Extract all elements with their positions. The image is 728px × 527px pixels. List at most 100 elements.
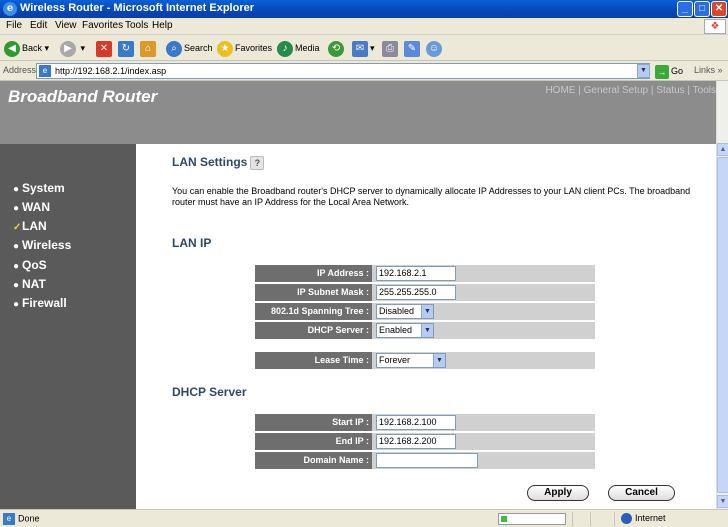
go-button[interactable]: → Go xyxy=(655,64,683,79)
refresh-icon: ↻ xyxy=(118,40,134,57)
lease-time-label: Lease Time : xyxy=(255,352,372,369)
dhcp-server-heading: DHCP Server xyxy=(172,385,247,399)
progress-bar xyxy=(498,513,566,525)
start-ip-input[interactable]: 192.168.2.100 xyxy=(376,415,456,430)
back-arrow-icon: ◀ xyxy=(4,40,20,57)
subnet-mask-label: IP Subnet Mask : xyxy=(255,284,372,301)
nav-tools[interactable]: Tools xyxy=(693,85,716,96)
ie-logo-icon: e xyxy=(3,2,17,16)
forward-button[interactable]: ▶ ▾ xyxy=(60,39,85,57)
nav-status[interactable]: Status xyxy=(656,85,684,96)
back-button[interactable]: ◀ Back ▾ xyxy=(4,39,49,57)
messenger-icon: ☺ xyxy=(426,40,442,57)
address-bar: Address e http://192.168.2.1/index.asp ▼… xyxy=(0,61,728,81)
printer-icon: ⎙ xyxy=(382,40,398,57)
scroll-up-icon[interactable]: ▲ xyxy=(717,143,728,156)
globe-icon xyxy=(621,513,632,525)
sidebar-item-wan[interactable]: ● WAN xyxy=(13,200,50,214)
close-button[interactable]: ✕ xyxy=(711,1,727,17)
history-icon: ⟲ xyxy=(328,40,344,57)
mail-button[interactable]: ✉ ▾ xyxy=(352,39,375,57)
sidebar-item-qos[interactable]: ● QoS xyxy=(13,258,47,272)
end-ip-row: End IP : 192.168.2.200 xyxy=(255,433,595,450)
ip-address-label: IP Address : xyxy=(255,265,372,282)
brand-title: Broadband Router xyxy=(8,87,158,106)
links-button[interactable]: Links » xyxy=(694,65,723,75)
favorites-button[interactable]: ★ Favorites xyxy=(217,39,272,57)
sidebar-item-firewall[interactable]: ● Firewall xyxy=(13,296,67,310)
media-icon: ♪ xyxy=(277,40,293,57)
subnet-mask-input[interactable]: 255.255.255.0 xyxy=(376,285,456,300)
menu-bar: File Edit View Favorites Tools Help ❖ xyxy=(0,18,728,35)
main-content: LAN Settings? You can enable the Broadba… xyxy=(136,144,716,509)
nav-home[interactable]: HOME xyxy=(545,85,575,96)
page-icon: e xyxy=(39,65,51,77)
end-ip-label: End IP : xyxy=(255,433,372,450)
progress-fill xyxy=(501,516,507,522)
address-url: http://192.168.2.1/index.asp xyxy=(55,66,167,76)
scroll-thumb[interactable] xyxy=(717,157,728,493)
address-input[interactable]: e http://192.168.2.1/index.asp xyxy=(36,63,650,79)
nav-general-setup[interactable]: General Setup xyxy=(584,85,649,96)
history-button[interactable]: ⟲ xyxy=(328,39,346,57)
spanning-tree-select[interactable]: Disabled ▼ xyxy=(376,304,434,319)
vertical-scrollbar[interactable]: ▲ ▼ xyxy=(716,81,728,509)
star-icon: ★ xyxy=(217,40,233,57)
cancel-button[interactable]: Cancel xyxy=(608,485,675,501)
apply-button[interactable]: Apply xyxy=(527,485,589,501)
status-text: e Done xyxy=(3,513,40,525)
page-description: You can enable the Broadband router's DH… xyxy=(172,186,691,207)
page-viewport: Broadband Router HOME | General Setup | … xyxy=(0,81,716,509)
maximize-button[interactable]: □ xyxy=(694,1,710,17)
security-zone: Internet xyxy=(621,513,666,525)
chevron-down-icon: ▼ xyxy=(433,354,445,367)
refresh-button[interactable]: ↻ xyxy=(118,39,136,57)
menu-tools[interactable]: Tools xyxy=(125,20,148,31)
address-label: Address xyxy=(3,65,37,75)
sidebar-item-lan[interactable]: ✓LAN xyxy=(13,219,47,233)
spanning-tree-row: 802.1d Spanning Tree : Disabled ▼ xyxy=(255,303,595,320)
title-bar: e Wireless Router - Microsoft Internet E… xyxy=(0,0,728,18)
menu-file[interactable]: File xyxy=(6,20,22,31)
menu-edit[interactable]: Edit xyxy=(30,20,47,31)
search-icon: ⌕ xyxy=(166,40,182,57)
sidebar-item-nat[interactable]: ● NAT xyxy=(13,277,46,291)
page-title: LAN Settings? xyxy=(172,155,265,170)
chevron-down-icon: ▼ xyxy=(421,305,433,318)
lease-time-select[interactable]: Forever ▼ xyxy=(376,353,446,368)
end-ip-input[interactable]: 192.168.2.200 xyxy=(376,434,456,449)
chevron-down-icon: ▼ xyxy=(421,324,433,337)
messenger-button[interactable]: ☺ xyxy=(426,39,444,57)
minimize-button[interactable]: _ xyxy=(677,1,693,17)
dhcp-server-label: DHCP Server : xyxy=(255,322,372,339)
domain-name-input[interactable] xyxy=(376,453,478,468)
dhcp-server-select[interactable]: Enabled ▼ xyxy=(376,323,434,338)
menu-favorites[interactable]: Favorites xyxy=(82,20,123,31)
sidebar-item-wireless[interactable]: ● Wireless xyxy=(13,238,71,252)
home-button[interactable]: ⌂ xyxy=(140,39,158,57)
sidebar-item-system[interactable]: ● System xyxy=(13,181,65,195)
sidebar: ● System ● WAN ✓LAN ● Wireless ● QoS ● NAT ● F… xyxy=(0,144,136,509)
nav-separator: | xyxy=(650,85,654,96)
status-bar: e Done Internet xyxy=(0,509,728,527)
browser-window: e Wireless Router - Microsoft Internet E… xyxy=(0,0,728,527)
edit-button[interactable]: ✎ xyxy=(404,39,422,57)
dhcp-server-row: DHCP Server : Enabled ▼ xyxy=(255,322,595,339)
media-button[interactable]: ♪ Media xyxy=(277,39,320,57)
print-button[interactable]: ⎙ xyxy=(382,39,400,57)
home-icon: ⌂ xyxy=(140,40,156,57)
address-dropdown-icon[interactable]: ▼ xyxy=(637,64,650,78)
ip-address-input[interactable]: 192.168.2.1 xyxy=(376,266,456,281)
ip-address-row: IP Address : 192.168.2.1 xyxy=(255,265,595,282)
page-done-icon: e xyxy=(3,513,15,525)
stop-button[interactable]: ✕ xyxy=(96,39,114,57)
windows-flag-icon: ❖ xyxy=(704,19,726,34)
menu-view[interactable]: View xyxy=(55,20,77,31)
go-arrow-icon: → xyxy=(655,64,669,79)
domain-name-label: Domain Name : xyxy=(255,452,372,469)
scroll-down-icon[interactable]: ▼ xyxy=(717,495,728,508)
help-icon[interactable]: ? xyxy=(250,155,265,170)
menu-help[interactable]: Help xyxy=(152,20,173,31)
start-ip-label: Start IP : xyxy=(255,414,372,431)
search-button[interactable]: ⌕ Search xyxy=(166,39,213,57)
